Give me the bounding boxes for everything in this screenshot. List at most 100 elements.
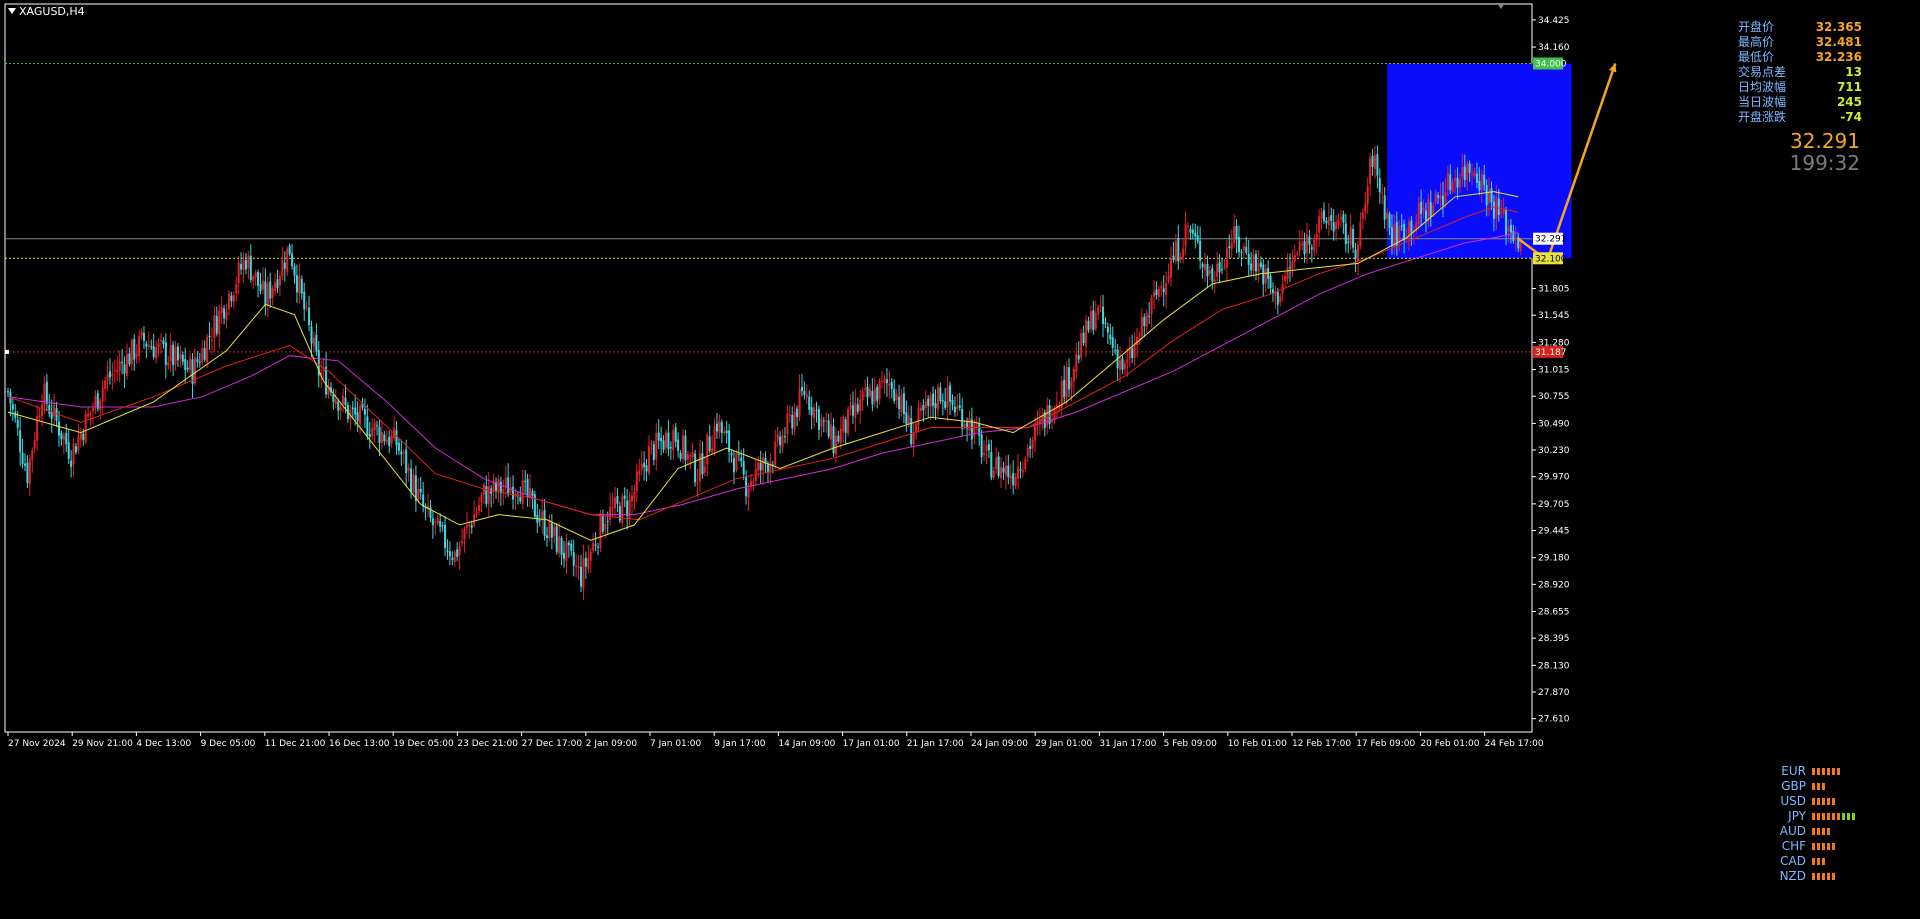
candle[interactable] [512, 475, 515, 510]
candle[interactable] [1143, 313, 1146, 338]
candle[interactable] [895, 388, 898, 408]
candle[interactable] [635, 463, 638, 503]
candle[interactable] [936, 383, 939, 417]
candle[interactable] [1109, 323, 1112, 345]
candle[interactable] [983, 440, 986, 462]
candle[interactable] [560, 535, 563, 566]
candle[interactable] [106, 360, 109, 391]
candle[interactable] [946, 375, 949, 422]
candle[interactable] [725, 420, 728, 444]
candle[interactable] [1301, 230, 1304, 251]
candle[interactable] [1356, 240, 1359, 276]
candle[interactable] [1252, 248, 1255, 278]
candle[interactable] [1322, 202, 1325, 225]
candle[interactable] [798, 374, 801, 422]
candle[interactable] [1206, 255, 1209, 289]
candle[interactable] [1106, 322, 1109, 345]
candle[interactable] [1267, 260, 1270, 289]
candle[interactable] [237, 256, 240, 295]
candle[interactable] [793, 403, 796, 436]
candle[interactable] [1019, 461, 1022, 479]
candle[interactable] [14, 403, 17, 423]
candle[interactable] [257, 269, 260, 298]
candle[interactable] [1021, 462, 1024, 478]
candle[interactable] [400, 439, 403, 466]
candle[interactable] [1359, 212, 1362, 250]
candle[interactable] [633, 484, 636, 510]
candle[interactable] [113, 359, 116, 383]
candle[interactable] [689, 452, 692, 470]
candle[interactable] [150, 339, 153, 351]
candle[interactable] [774, 429, 777, 470]
candle[interactable] [854, 389, 857, 432]
candle[interactable] [849, 393, 852, 416]
candle[interactable] [805, 384, 808, 404]
candle[interactable] [1140, 307, 1143, 340]
candle[interactable] [934, 389, 937, 421]
candle[interactable] [298, 263, 301, 304]
candle[interactable] [968, 410, 971, 436]
candle[interactable] [953, 396, 956, 417]
candle[interactable] [1196, 225, 1199, 245]
candle[interactable] [917, 400, 920, 433]
candle[interactable] [271, 285, 274, 306]
candle[interactable] [201, 339, 204, 366]
candle[interactable] [38, 408, 41, 421]
candle[interactable] [36, 404, 39, 451]
candle[interactable] [883, 374, 886, 394]
candle[interactable] [1094, 300, 1097, 332]
candle[interactable] [482, 482, 485, 505]
candle[interactable] [414, 465, 417, 512]
candle[interactable] [742, 448, 745, 481]
candle[interactable] [800, 374, 803, 397]
candle[interactable] [288, 243, 291, 257]
candle[interactable] [1004, 455, 1007, 490]
candle[interactable] [1318, 209, 1321, 247]
candle[interactable] [468, 520, 471, 540]
candle[interactable] [179, 345, 182, 368]
candle[interactable] [628, 491, 631, 526]
candle[interactable] [599, 509, 602, 553]
candle[interactable] [247, 250, 250, 280]
dropdown-triangle-icon[interactable] [8, 8, 16, 14]
candle[interactable] [825, 412, 828, 433]
candle[interactable] [1167, 263, 1170, 284]
candle[interactable] [718, 414, 721, 439]
candle[interactable] [723, 426, 726, 436]
candle[interactable] [550, 514, 553, 550]
candle[interactable] [1187, 221, 1190, 239]
chart-window[interactable]: 34.42534.16033.90033.64033.37533.11532.8… [0, 0, 1920, 919]
candle[interactable] [847, 406, 850, 437]
candle[interactable] [623, 487, 626, 508]
candle[interactable] [563, 540, 566, 568]
candle[interactable] [458, 540, 461, 570]
candle[interactable] [1060, 376, 1063, 418]
candle[interactable] [1170, 246, 1173, 287]
candle[interactable] [779, 431, 782, 454]
candle[interactable] [939, 382, 942, 405]
candle[interactable] [1002, 461, 1005, 481]
candle[interactable] [706, 432, 709, 477]
candle[interactable] [851, 391, 854, 424]
candle[interactable] [553, 523, 556, 544]
candle[interactable] [371, 417, 374, 440]
candle[interactable] [1284, 272, 1287, 289]
candle[interactable] [1254, 250, 1257, 281]
candle[interactable] [655, 423, 658, 471]
candle[interactable] [7, 387, 9, 397]
candle[interactable] [614, 486, 616, 518]
candle[interactable] [575, 554, 578, 578]
candle[interactable] [630, 484, 633, 515]
candle[interactable] [856, 397, 859, 415]
shift-marker-icon[interactable] [1497, 3, 1505, 9]
candle[interactable] [970, 407, 973, 450]
candle[interactable] [1007, 454, 1010, 485]
candle[interactable] [1191, 223, 1194, 240]
candle[interactable] [1213, 270, 1216, 294]
candle[interactable] [912, 422, 915, 457]
candle[interactable] [254, 269, 257, 286]
candle[interactable] [456, 541, 459, 562]
candle[interactable] [208, 321, 211, 350]
candle[interactable] [832, 418, 835, 457]
candle[interactable] [1279, 293, 1282, 307]
